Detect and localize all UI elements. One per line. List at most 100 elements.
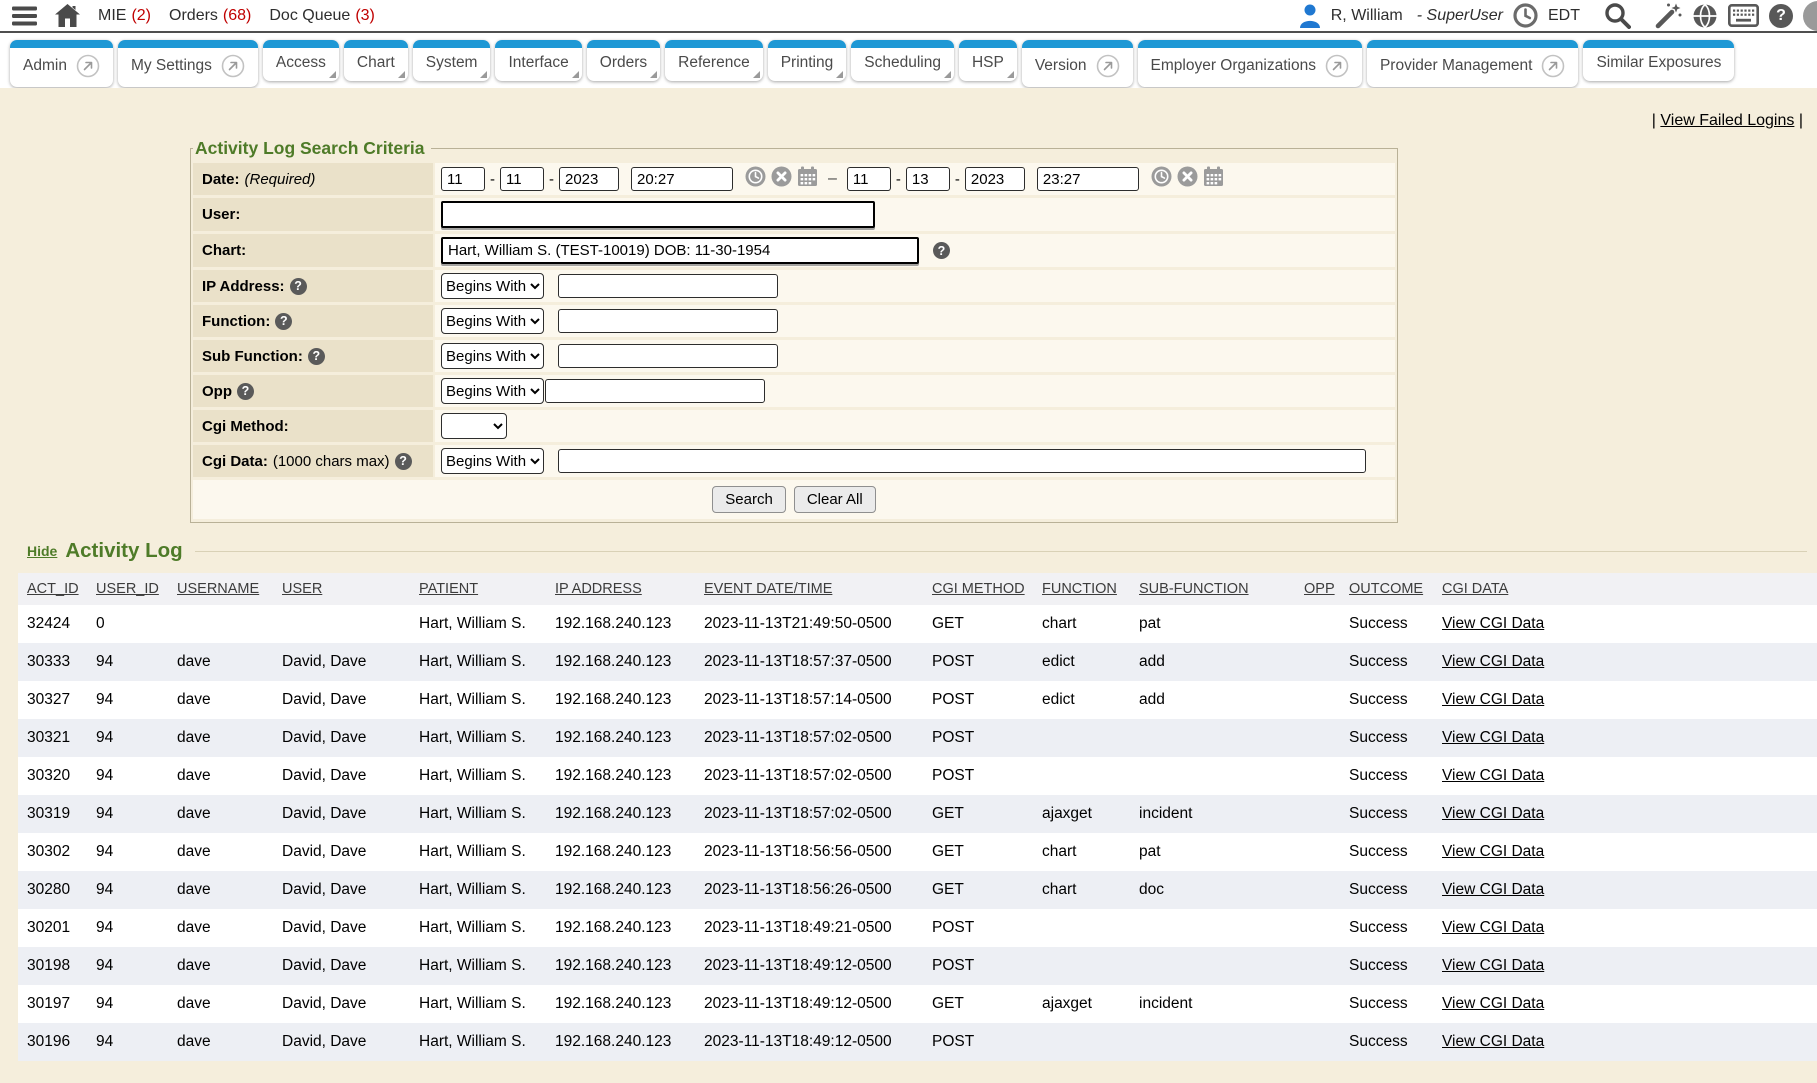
function-help-icon[interactable]: ? xyxy=(275,313,292,330)
view-failed-logins-link[interactable]: View Failed Logins xyxy=(1660,112,1794,129)
tab-similar-exposures[interactable]: Similar Exposures xyxy=(1583,40,1734,81)
tab-access[interactable]: Access xyxy=(263,40,339,81)
view-cgi-data-link[interactable]: View CGI Data xyxy=(1442,691,1544,708)
sort-link-ip-address[interactable]: IP ADDRESS xyxy=(555,581,642,597)
view-cgi-data-link[interactable]: View CGI Data xyxy=(1442,957,1544,974)
hamburger-menu-icon[interactable] xyxy=(12,6,37,26)
sort-link-cgi-data[interactable]: CGI DATA xyxy=(1442,581,1508,597)
chart-help-icon[interactable]: ? xyxy=(933,242,950,259)
keyboard-icon[interactable] xyxy=(1728,4,1759,27)
sort-link-act-id[interactable]: ACT_ID xyxy=(27,581,79,597)
chart-input[interactable] xyxy=(441,237,919,264)
sort-link-username[interactable]: USERNAME xyxy=(177,581,259,597)
date-from-time-input[interactable] xyxy=(631,167,733,191)
sort-link-event-date-time[interactable]: EVENT DATE/TIME xyxy=(704,581,832,597)
cell-cgi-data: View CGI Data xyxy=(1436,909,1817,947)
cgi-data-help-icon[interactable]: ? xyxy=(395,453,412,470)
view-cgi-data-link[interactable]: View CGI Data xyxy=(1442,843,1544,860)
sort-link-opp[interactable]: OPP xyxy=(1304,581,1335,597)
nav-item-mie[interactable]: MIE (2) xyxy=(98,7,151,25)
external-link-icon[interactable] xyxy=(221,54,245,78)
clear-date-icon[interactable] xyxy=(771,166,792,192)
sub-function-input[interactable] xyxy=(558,344,778,368)
function-match-select[interactable]: Begins With xyxy=(441,308,544,334)
opp-help-icon[interactable]: ? xyxy=(237,383,254,400)
nav-item-orders[interactable]: Orders (68) xyxy=(169,7,251,25)
view-cgi-data-link[interactable]: View CGI Data xyxy=(1442,881,1544,898)
cell-username: dave xyxy=(171,643,276,681)
view-cgi-data-link[interactable]: View CGI Data xyxy=(1442,729,1544,746)
date-from-day-input[interactable] xyxy=(500,167,544,191)
date-to-time-input[interactable] xyxy=(1037,167,1139,191)
tab-my-settings[interactable]: My Settings xyxy=(118,40,258,87)
magic-wand-icon[interactable] xyxy=(1655,2,1682,29)
view-cgi-data-link[interactable]: View CGI Data xyxy=(1442,919,1544,936)
help-icon[interactable]: ? xyxy=(1769,4,1793,28)
tab-provider-management[interactable]: Provider Management xyxy=(1367,40,1579,87)
tab-version[interactable]: Version xyxy=(1022,40,1133,87)
cgi-method-select[interactable] xyxy=(441,413,507,439)
date-from-month-input[interactable] xyxy=(441,167,485,191)
tab-system[interactable]: System xyxy=(413,40,491,81)
user-name[interactable]: R, William xyxy=(1331,7,1403,25)
time-picker-icon[interactable] xyxy=(745,166,766,192)
clock-icon[interactable] xyxy=(1513,3,1538,28)
sort-link-cgi-method[interactable]: CGI METHOD xyxy=(932,581,1025,597)
tab-printing[interactable]: Printing xyxy=(768,40,847,81)
date-from-year-input[interactable] xyxy=(559,167,619,191)
external-link-icon[interactable] xyxy=(1325,54,1349,78)
view-cgi-data-link[interactable]: View CGI Data xyxy=(1442,805,1544,822)
view-cgi-data-link[interactable]: View CGI Data xyxy=(1442,653,1544,670)
date-to-day-input[interactable] xyxy=(906,167,950,191)
sort-link-user-id[interactable]: USER_ID xyxy=(96,581,159,597)
sort-link-outcome[interactable]: OUTCOME xyxy=(1349,581,1423,597)
user-input[interactable] xyxy=(441,201,875,228)
date-to-month-input[interactable] xyxy=(847,167,891,191)
tab-chart[interactable]: Chart xyxy=(344,40,408,81)
clear-date-icon[interactable] xyxy=(1177,166,1198,192)
tab-employer-organizations[interactable]: Employer Organizations xyxy=(1138,40,1362,87)
tab-orders[interactable]: Orders xyxy=(587,40,660,81)
globe-icon[interactable] xyxy=(1692,3,1718,29)
sort-link-sub-function[interactable]: SUB-FUNCTION xyxy=(1139,581,1249,597)
ip-address-input[interactable] xyxy=(558,274,778,298)
search-icon[interactable] xyxy=(1604,2,1631,29)
external-link-icon[interactable] xyxy=(1096,54,1120,78)
sort-link-function[interactable]: FUNCTION xyxy=(1042,581,1117,597)
external-link-icon[interactable] xyxy=(1541,54,1565,78)
opp-match-select[interactable]: Begins With xyxy=(441,378,544,404)
page-content: | View Failed Logins | Activity Log Sear… xyxy=(0,88,1817,1083)
view-cgi-data-link[interactable]: View CGI Data xyxy=(1442,1033,1544,1050)
sort-link-user[interactable]: USER xyxy=(282,581,322,597)
ip-match-select[interactable]: Begins With xyxy=(441,273,544,299)
external-link-icon[interactable] xyxy=(76,54,100,78)
clear-all-button[interactable]: Clear All xyxy=(794,486,876,513)
tab-scheduling[interactable]: Scheduling xyxy=(851,40,954,81)
sub-function-value-cell: Begins With xyxy=(435,340,1395,372)
avatar-partial-icon[interactable] xyxy=(1803,1,1817,31)
view-cgi-data-link[interactable]: View CGI Data xyxy=(1442,767,1544,784)
cgi-data-match-select[interactable]: Begins With xyxy=(441,448,544,474)
calendar-icon[interactable] xyxy=(797,166,818,192)
function-input[interactable] xyxy=(558,309,778,333)
view-cgi-data-link[interactable]: View CGI Data xyxy=(1442,995,1544,1012)
view-cgi-data-link[interactable]: View CGI Data xyxy=(1442,615,1544,632)
nav-item-doc-queue[interactable]: Doc Queue (3) xyxy=(269,7,375,25)
calendar-icon[interactable] xyxy=(1203,166,1224,192)
date-to-year-input[interactable] xyxy=(965,167,1025,191)
search-button[interactable]: Search xyxy=(712,486,786,513)
time-picker-icon[interactable] xyxy=(1151,166,1172,192)
sub-function-match-select[interactable]: Begins With xyxy=(441,343,544,369)
tab-interface[interactable]: Interface xyxy=(495,40,581,81)
home-icon[interactable] xyxy=(55,4,80,27)
sort-link-patient[interactable]: PATIENT xyxy=(419,581,478,597)
tab-hsp[interactable]: HSP xyxy=(959,40,1017,81)
opp-input[interactable] xyxy=(545,379,765,403)
table-row: 3019894daveDavid, DaveHart, William S.19… xyxy=(18,947,1817,985)
cgi-data-input[interactable] xyxy=(558,449,1366,473)
ip-help-icon[interactable]: ? xyxy=(290,278,307,295)
tab-reference[interactable]: Reference xyxy=(665,40,763,81)
hide-activity-log-link[interactable]: Hide xyxy=(27,543,57,559)
tab-admin[interactable]: Admin xyxy=(10,40,113,87)
sub-function-help-icon[interactable]: ? xyxy=(308,348,325,365)
